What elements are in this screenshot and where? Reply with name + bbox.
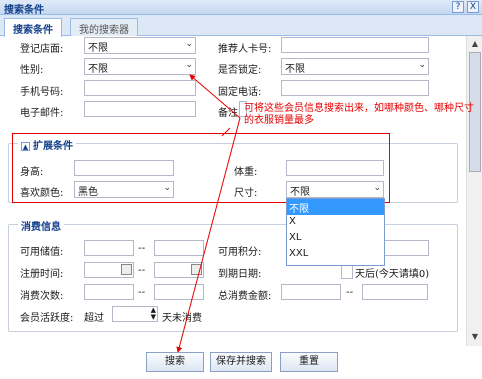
search-button[interactable]: 搜索: [146, 352, 204, 372]
reset-button[interactable]: 重置: [280, 352, 338, 372]
arrow-tick: [221, 127, 231, 137]
arrow-to-search: [176, 117, 241, 353]
save-search-button[interactable]: 保存并搜索: [210, 352, 272, 372]
annotation-arrows: [176, 74, 241, 353]
arrow-to-select: [189, 74, 241, 119]
